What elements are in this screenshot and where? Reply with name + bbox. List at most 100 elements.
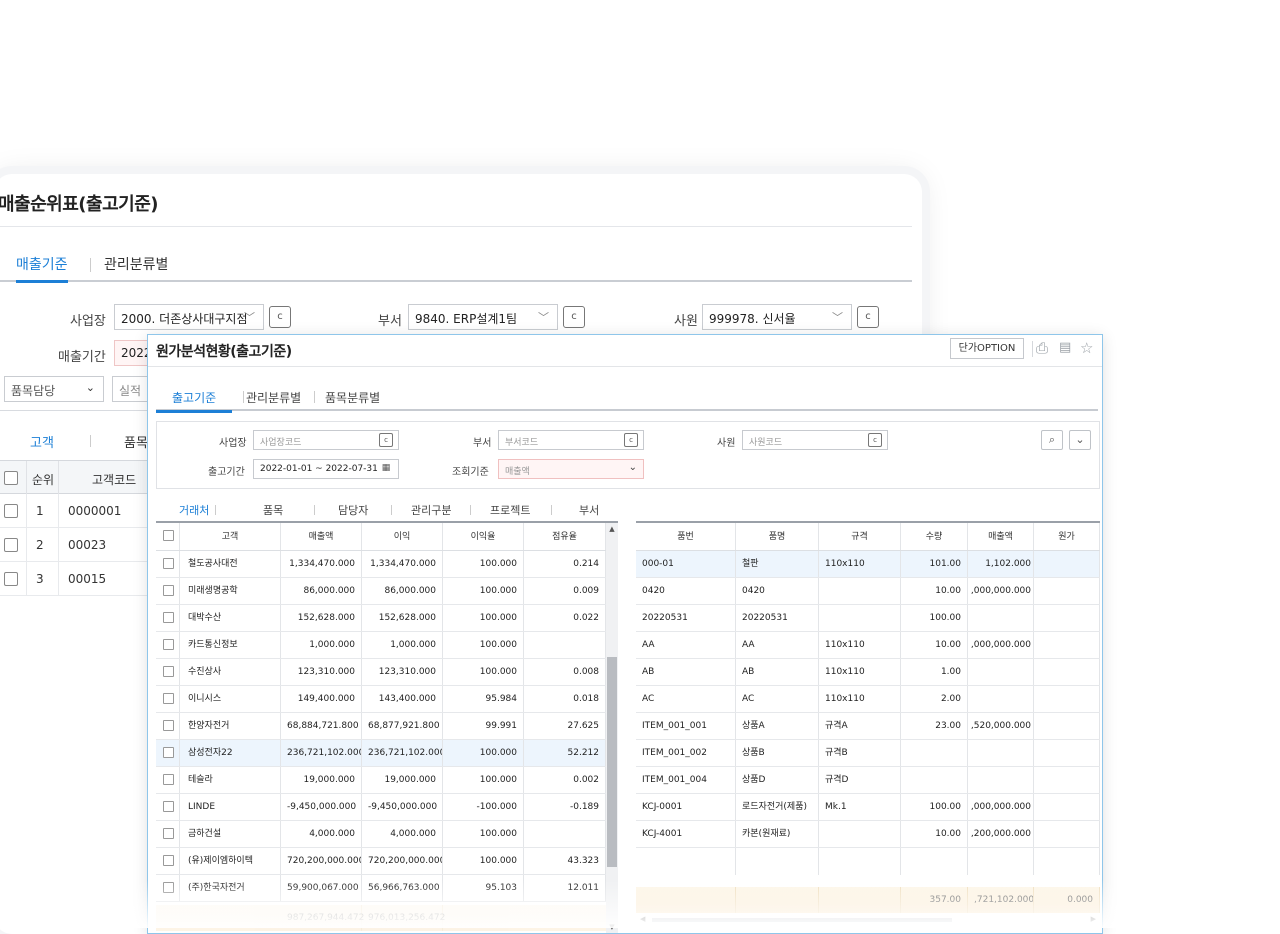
table-row[interactable]: 철도공사대전 1,334,470.000 1,334,470.000 100.000 0… (156, 551, 606, 578)
table-row[interactable]: (유)제이엠하이텍 720,200,000.000 720,200,000.000 1… (156, 848, 606, 875)
profit-cell: -9,450,000.000 (362, 794, 443, 820)
cost-cell (1034, 740, 1100, 766)
code-help-button[interactable]: c (563, 306, 585, 328)
emp-select[interactable]: 999978. 신서율 ﹀ (702, 304, 852, 330)
code-help-button[interactable]: c (868, 433, 882, 447)
row-checkbox[interactable] (163, 585, 174, 596)
row-checkbox[interactable] (163, 666, 174, 677)
table-row[interactable]: 삼성전자22 236,721,102.000 236,721,102.000 100.… (156, 740, 606, 767)
table-row[interactable]: 한양자전거 68,884,721.800 68,877,921.800 99.991 2… (156, 713, 606, 740)
select-all-checkbox[interactable] (163, 530, 174, 541)
row-checkbox[interactable] (163, 558, 174, 569)
star-icon[interactable]: ☆ (1080, 339, 1093, 357)
calendar-icon[interactable]: ▦ (379, 462, 393, 476)
gridtab-project[interactable]: 프로젝트 (490, 502, 530, 518)
biz-code-input[interactable]: 사업장코드 c (253, 430, 399, 450)
price-option-button[interactable]: 단가OPTION (950, 338, 1024, 359)
code-help-button[interactable]: c (857, 306, 879, 328)
table-row[interactable]: ITEM_001_001 상품A 규격A 23.00,520,000.000 (636, 713, 1100, 740)
emp-label: 사원 (717, 438, 736, 449)
emp-code-input[interactable]: 사원코드 c (742, 430, 888, 450)
row-checkbox[interactable] (163, 828, 174, 839)
scroll-right-icon[interactable]: ▶ (1091, 915, 1096, 923)
code-help-button[interactable]: c (269, 306, 291, 328)
tab-item-class[interactable]: 품목분류별 (325, 389, 380, 406)
row-checkbox[interactable] (4, 572, 18, 586)
window-icon[interactable]: ▤ (1059, 340, 1071, 355)
tab-sales-basis[interactable]: 매출기준 (16, 254, 68, 283)
table-row[interactable]: 이니시스 149,400.000 143,400.000 95.984 0.018 (156, 686, 606, 713)
row-checkbox[interactable] (163, 639, 174, 650)
col-divider (26, 494, 27, 528)
period-input[interactable]: 2022-01-01 ~ 2022-07-31 ▦ (253, 459, 399, 479)
table-row[interactable]: 20220531 20220531 100.00 (636, 605, 1100, 632)
table-row[interactable]: 대박수산 152,628.000 152,628.000 100.000 0.022 (156, 605, 606, 632)
dept-select[interactable]: 9840. ERP설계1팀 ﹀ (408, 304, 558, 330)
print-icon[interactable]: ⎙ (1036, 339, 1048, 357)
dept-code-input[interactable]: 부서코드 c (498, 430, 644, 450)
row-checkbox[interactable] (163, 720, 174, 731)
scroll-left-icon[interactable]: ◀ (640, 915, 645, 923)
item-owner-value: 품목담당 (11, 384, 56, 398)
table-row[interactable]: ITEM_001_002 상품B 규격B (636, 740, 1100, 767)
scroll-down-icon[interactable]: ▼ (606, 923, 618, 931)
customer-cell: 삼성전자22 (180, 740, 281, 766)
table-row[interactable]: 카드통신정보 1,000.000 1,000.000 100.000 (156, 632, 606, 659)
row-checkbox[interactable] (163, 801, 174, 812)
subtab-customer[interactable]: 고객 (30, 432, 54, 451)
page-title: 매출순위표(출고기준) (0, 194, 159, 215)
share-cell: 27.625 (524, 713, 606, 739)
table-row[interactable]: LINDE -9,450,000.000 -9,450,000.000 -100.00… (156, 794, 606, 821)
chevron-down-icon[interactable]: ⌄ (1069, 430, 1091, 450)
scrollbar-thumb[interactable] (652, 918, 952, 922)
gridtab-manager[interactable]: 담당자 (338, 502, 368, 518)
item-owner-select[interactable]: 품목담당 ⌄ (4, 376, 104, 402)
table-row[interactable]: 미래생명공학 86,000.000 86,000.000 100.000 0.009 (156, 578, 606, 605)
code-help-button[interactable]: c (379, 433, 393, 447)
horizontal-scrollbar[interactable]: ◀ ▶ (636, 915, 1100, 925)
scrollbar-thumb[interactable] (607, 657, 617, 867)
row-checkbox[interactable] (163, 855, 174, 866)
row-checkbox[interactable] (163, 774, 174, 785)
basis-select[interactable]: 매출액 ⌄ (498, 459, 644, 479)
table-row[interactable]: 000-01 철판 110x110 101.00 1,102.000 (636, 551, 1100, 578)
table-row[interactable]: AA AA 110x110 10.00,000,000.000 (636, 632, 1100, 659)
scroll-up-icon[interactable]: ▲ (606, 525, 618, 533)
table-row[interactable]: (주)한국자전거 59,900,067.000 56,966,763.000 95.1… (156, 875, 606, 902)
table-row[interactable]: 0420 0420 10.00,000,000.000 (636, 578, 1100, 605)
table-row[interactable]: AC AC 110x110 2.00 (636, 686, 1100, 713)
row-checkbox[interactable] (4, 504, 18, 518)
table-row[interactable]: 테슬라 19,000.000 19,000.000 100.000 0.002 (156, 767, 606, 794)
table-row[interactable]: 1 0000001 (0, 494, 154, 528)
vertical-scrollbar[interactable]: ▲ ▼ (606, 523, 618, 933)
subtab-item[interactable]: 품목 (124, 432, 148, 451)
code-help-button[interactable]: c (624, 433, 638, 447)
row-checkbox[interactable] (163, 693, 174, 704)
table-row[interactable]: 금하건설 4,000.000 4,000.000 100.000 (156, 821, 606, 848)
table-row[interactable]: 수진상사 123,310.000 123,310.000 100.000 0.008 (156, 659, 606, 686)
gridtab-mgmt-category[interactable]: 관리구분 (411, 502, 451, 518)
table-row[interactable]: ITEM_001_004 상품D 규격D (636, 767, 1100, 794)
table-row[interactable]: 2 00023 (0, 528, 154, 562)
gridtab-customer[interactable]: 거래처 (179, 502, 209, 518)
biz-select[interactable]: 2000. 더존상사대구지점 ﹀ (114, 304, 264, 330)
tab-management-class[interactable]: 관리분류별 (104, 254, 168, 274)
result-select[interactable]: 실적 (112, 376, 152, 402)
search-icon[interactable]: ⌕ (1041, 430, 1063, 450)
gridtab-department[interactable]: 부서 (579, 502, 599, 518)
row-checkbox[interactable] (163, 882, 174, 893)
row-checkbox[interactable] (4, 538, 18, 552)
table-row[interactable]: AB AB 110x110 1.00 (636, 659, 1100, 686)
tab-bar: 출고기준 관리분류별 품목분류별 (156, 387, 1098, 413)
gridtab-item[interactable]: 품목 (263, 502, 283, 518)
tab-management-class[interactable]: 관리분류별 (246, 389, 301, 406)
select-all-checkbox[interactable] (4, 471, 18, 485)
row-checkbox[interactable] (163, 747, 174, 758)
dept-value: 9840. ERP설계1팀 (415, 312, 518, 326)
tab-shipment-basis[interactable]: 출고기준 (156, 389, 233, 413)
table-row[interactable]: 3 00015 (0, 562, 154, 596)
share-cell: -0.189 (524, 794, 606, 820)
table-row[interactable]: KCJ-0001 로드자전거(제품) Mk.1 100.00,000,000.000 (636, 794, 1100, 821)
table-row[interactable]: KCJ-4001 카본(원재료) 10.00,200,000.000 (636, 821, 1100, 848)
row-checkbox[interactable] (163, 612, 174, 623)
